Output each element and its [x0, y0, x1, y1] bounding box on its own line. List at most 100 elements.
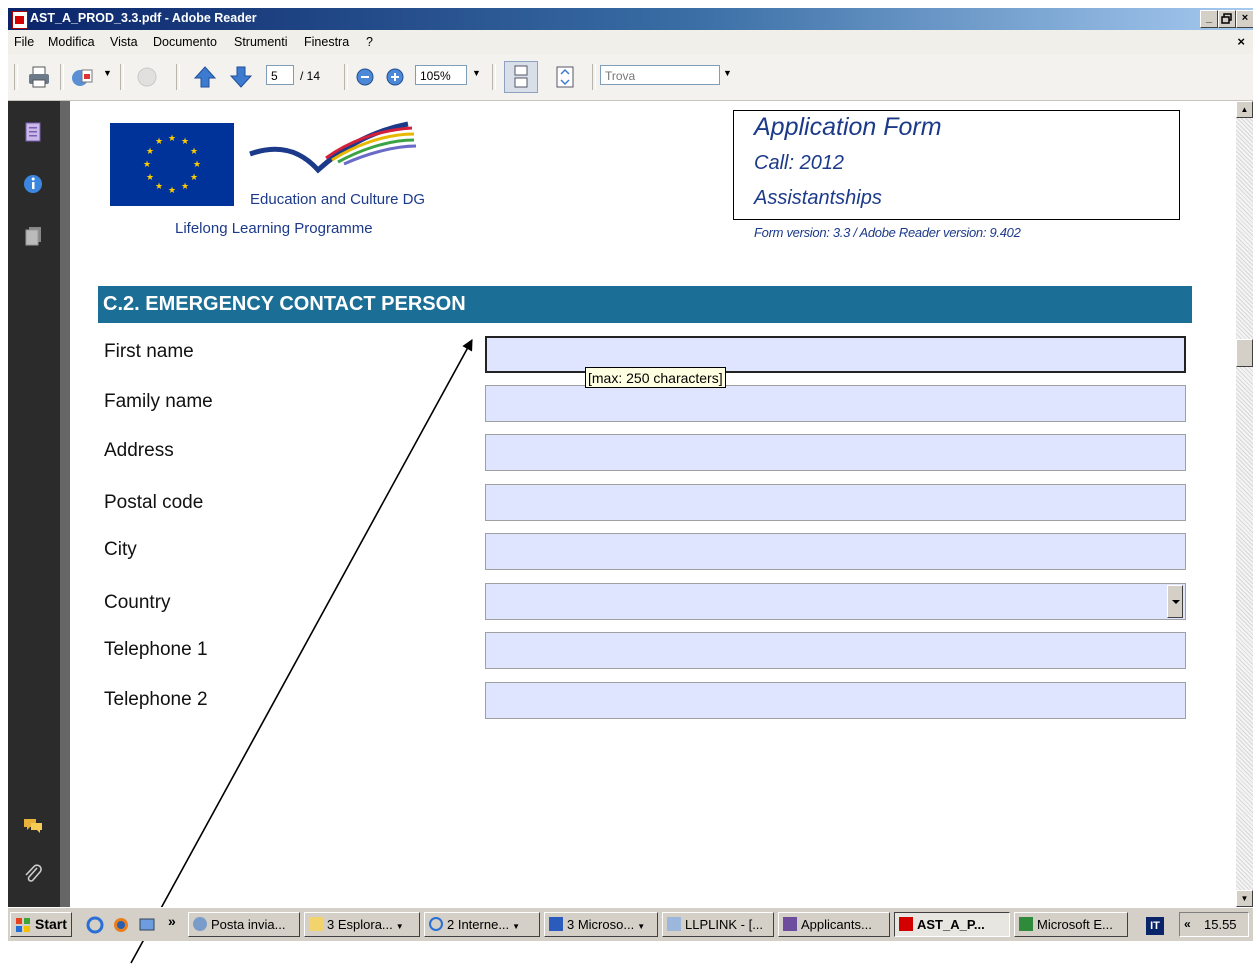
toolbar-separator: [60, 64, 64, 90]
toolbar-separator: [592, 64, 596, 90]
address-label: Address: [104, 440, 174, 461]
svg-text:★: ★: [193, 160, 201, 170]
close-window-button[interactable]: ×: [1236, 10, 1253, 28]
toolbar-separator: [120, 64, 124, 90]
page-total: / 14: [300, 69, 321, 83]
window-title-bar[interactable]: AST_A_PROD_3.3.pdf - Adobe Reader _ ×: [8, 8, 1253, 30]
telephone-1-label: Telephone 1: [104, 639, 208, 660]
scroll-thumb[interactable]: [1236, 339, 1253, 367]
svg-text:★: ★: [155, 182, 163, 192]
menu-file[interactable]: File: [14, 35, 34, 49]
share-dropdown-arrow-icon[interactable]: ▼: [103, 68, 112, 78]
toolbar-separator: [344, 64, 348, 90]
menu-vista[interactable]: Vista: [110, 35, 138, 49]
desktop-quicklaunch-icon[interactable]: [138, 916, 156, 937]
task-esplora[interactable]: 3 Esplora... ▼: [304, 912, 420, 937]
folder-icon: [309, 917, 323, 931]
tray-expand-chevron[interactable]: «: [1184, 917, 1191, 931]
scroll-up-button[interactable]: ▲: [1236, 101, 1253, 118]
ie-icon: [429, 917, 443, 931]
close-document-button[interactable]: ×: [1237, 34, 1245, 49]
find-input[interactable]: Trova: [600, 65, 720, 85]
eu-flag-logo: ★ ★ ★ ★ ★ ★ ★ ★ ★ ★ ★ ★: [110, 123, 234, 206]
section-title: C.2. EMERGENCY CONTACT PERSON: [103, 293, 466, 315]
task-microsoft-word[interactable]: 3 Microso... ▼: [544, 912, 658, 937]
form-version: Form version: 3.3 / Adobe Reader version…: [754, 225, 1021, 240]
zoom-in-icon[interactable]: [382, 64, 408, 90]
country-dropdown-button[interactable]: [1167, 585, 1183, 618]
language-indicator[interactable]: IT: [1146, 917, 1164, 935]
application-form-box: Application Form Call: 2012 Assistantshi…: [733, 110, 1180, 220]
country-label: Country: [104, 592, 171, 613]
quicklaunch-chevron[interactable]: »: [168, 913, 176, 929]
city-label: City: [104, 539, 137, 560]
share-icon[interactable]: [70, 64, 96, 90]
start-button[interactable]: Start: [10, 912, 72, 937]
previous-page-icon[interactable]: [192, 64, 218, 90]
windows-logo-icon: [16, 918, 30, 932]
fit-page-icon[interactable]: [552, 64, 578, 90]
zoom-out-icon[interactable]: [352, 64, 378, 90]
telephone-1-input[interactable]: [485, 632, 1186, 669]
firefox-quicklaunch-icon[interactable]: [112, 916, 130, 937]
page-number-input[interactable]: 5: [266, 65, 294, 85]
svg-text:★: ★: [146, 173, 154, 183]
country-select[interactable]: [485, 583, 1186, 620]
adobe-reader-icon: [12, 11, 28, 29]
city-input[interactable]: [485, 533, 1186, 570]
attachments-pages-icon[interactable]: [22, 225, 44, 247]
zoom-dropdown-arrow-icon[interactable]: ▼: [472, 68, 481, 78]
menu-strumenti[interactable]: Strumenti: [234, 35, 288, 49]
org-name: Education and Culture DG: [250, 191, 426, 208]
address-input[interactable]: [485, 434, 1186, 471]
svg-text:★: ★: [181, 182, 189, 192]
excel-icon: [1019, 917, 1033, 931]
svg-text:★: ★: [168, 134, 176, 144]
svg-text:★: ★: [146, 147, 154, 157]
task-llplink[interactable]: LLPLINK - [...: [662, 912, 774, 937]
taskbar: Start » Posta invia... 3 Esplora... ▼ 2 I…: [8, 907, 1253, 941]
task-posta-inviata[interactable]: Posta invia...: [188, 912, 300, 937]
restore-button[interactable]: [1218, 10, 1236, 28]
task-applicants[interactable]: Applicants...: [778, 912, 890, 937]
llp-swoosh-logo: [248, 120, 418, 187]
info-icon[interactable]: [22, 173, 44, 195]
database-icon: [783, 917, 797, 931]
field-tooltip: [max: 250 characters]: [585, 367, 726, 388]
task-microsoft-excel[interactable]: Microsoft E...: [1014, 912, 1128, 937]
system-tray: « 15.55: [1179, 912, 1249, 937]
menu-documento[interactable]: Documento: [153, 35, 217, 49]
menu-help[interactable]: ?: [366, 35, 373, 49]
pages-icon[interactable]: [22, 121, 44, 143]
minimize-button[interactable]: _: [1200, 10, 1218, 28]
menu-modifica[interactable]: Modifica: [48, 35, 95, 49]
toolbar-grip: [14, 64, 18, 90]
mail-icon: [193, 917, 207, 931]
clock[interactable]: 15.55: [1204, 917, 1237, 932]
hand-tool-icon[interactable]: [134, 64, 160, 90]
programme-name: Lifelong Learning Programme: [175, 220, 373, 237]
telephone-2-input[interactable]: [485, 682, 1186, 719]
word-icon: [549, 917, 563, 931]
paperclip-icon[interactable]: [22, 863, 44, 885]
scroll-down-button[interactable]: ▼: [1236, 890, 1253, 907]
family-name-input[interactable]: [485, 385, 1186, 422]
pdf-icon: [899, 917, 913, 931]
next-page-icon[interactable]: [228, 64, 254, 90]
ie-quicklaunch-icon[interactable]: [86, 916, 104, 937]
family-name-label: Family name: [104, 391, 213, 412]
form-title: Application Form: [754, 113, 942, 141]
comments-icon[interactable]: [22, 814, 44, 836]
print-icon[interactable]: [26, 64, 52, 90]
find-dropdown-arrow-icon[interactable]: ▼: [723, 68, 732, 78]
task-internet[interactable]: 2 Interne... ▼: [424, 912, 540, 937]
menu-finestra[interactable]: Finestra: [304, 35, 349, 49]
svg-text:★: ★: [190, 173, 198, 183]
svg-text:★: ★: [168, 186, 176, 196]
vertical-scrollbar[interactable]: ▲ ▼: [1236, 101, 1253, 907]
postal-code-input[interactable]: [485, 484, 1186, 521]
scrolling-mode-icon[interactable]: [504, 61, 538, 93]
task-adobe-reader[interactable]: AST_A_P...: [894, 912, 1010, 937]
zoom-level-input[interactable]: 105%: [415, 65, 467, 85]
panel-splitter[interactable]: [60, 101, 70, 907]
